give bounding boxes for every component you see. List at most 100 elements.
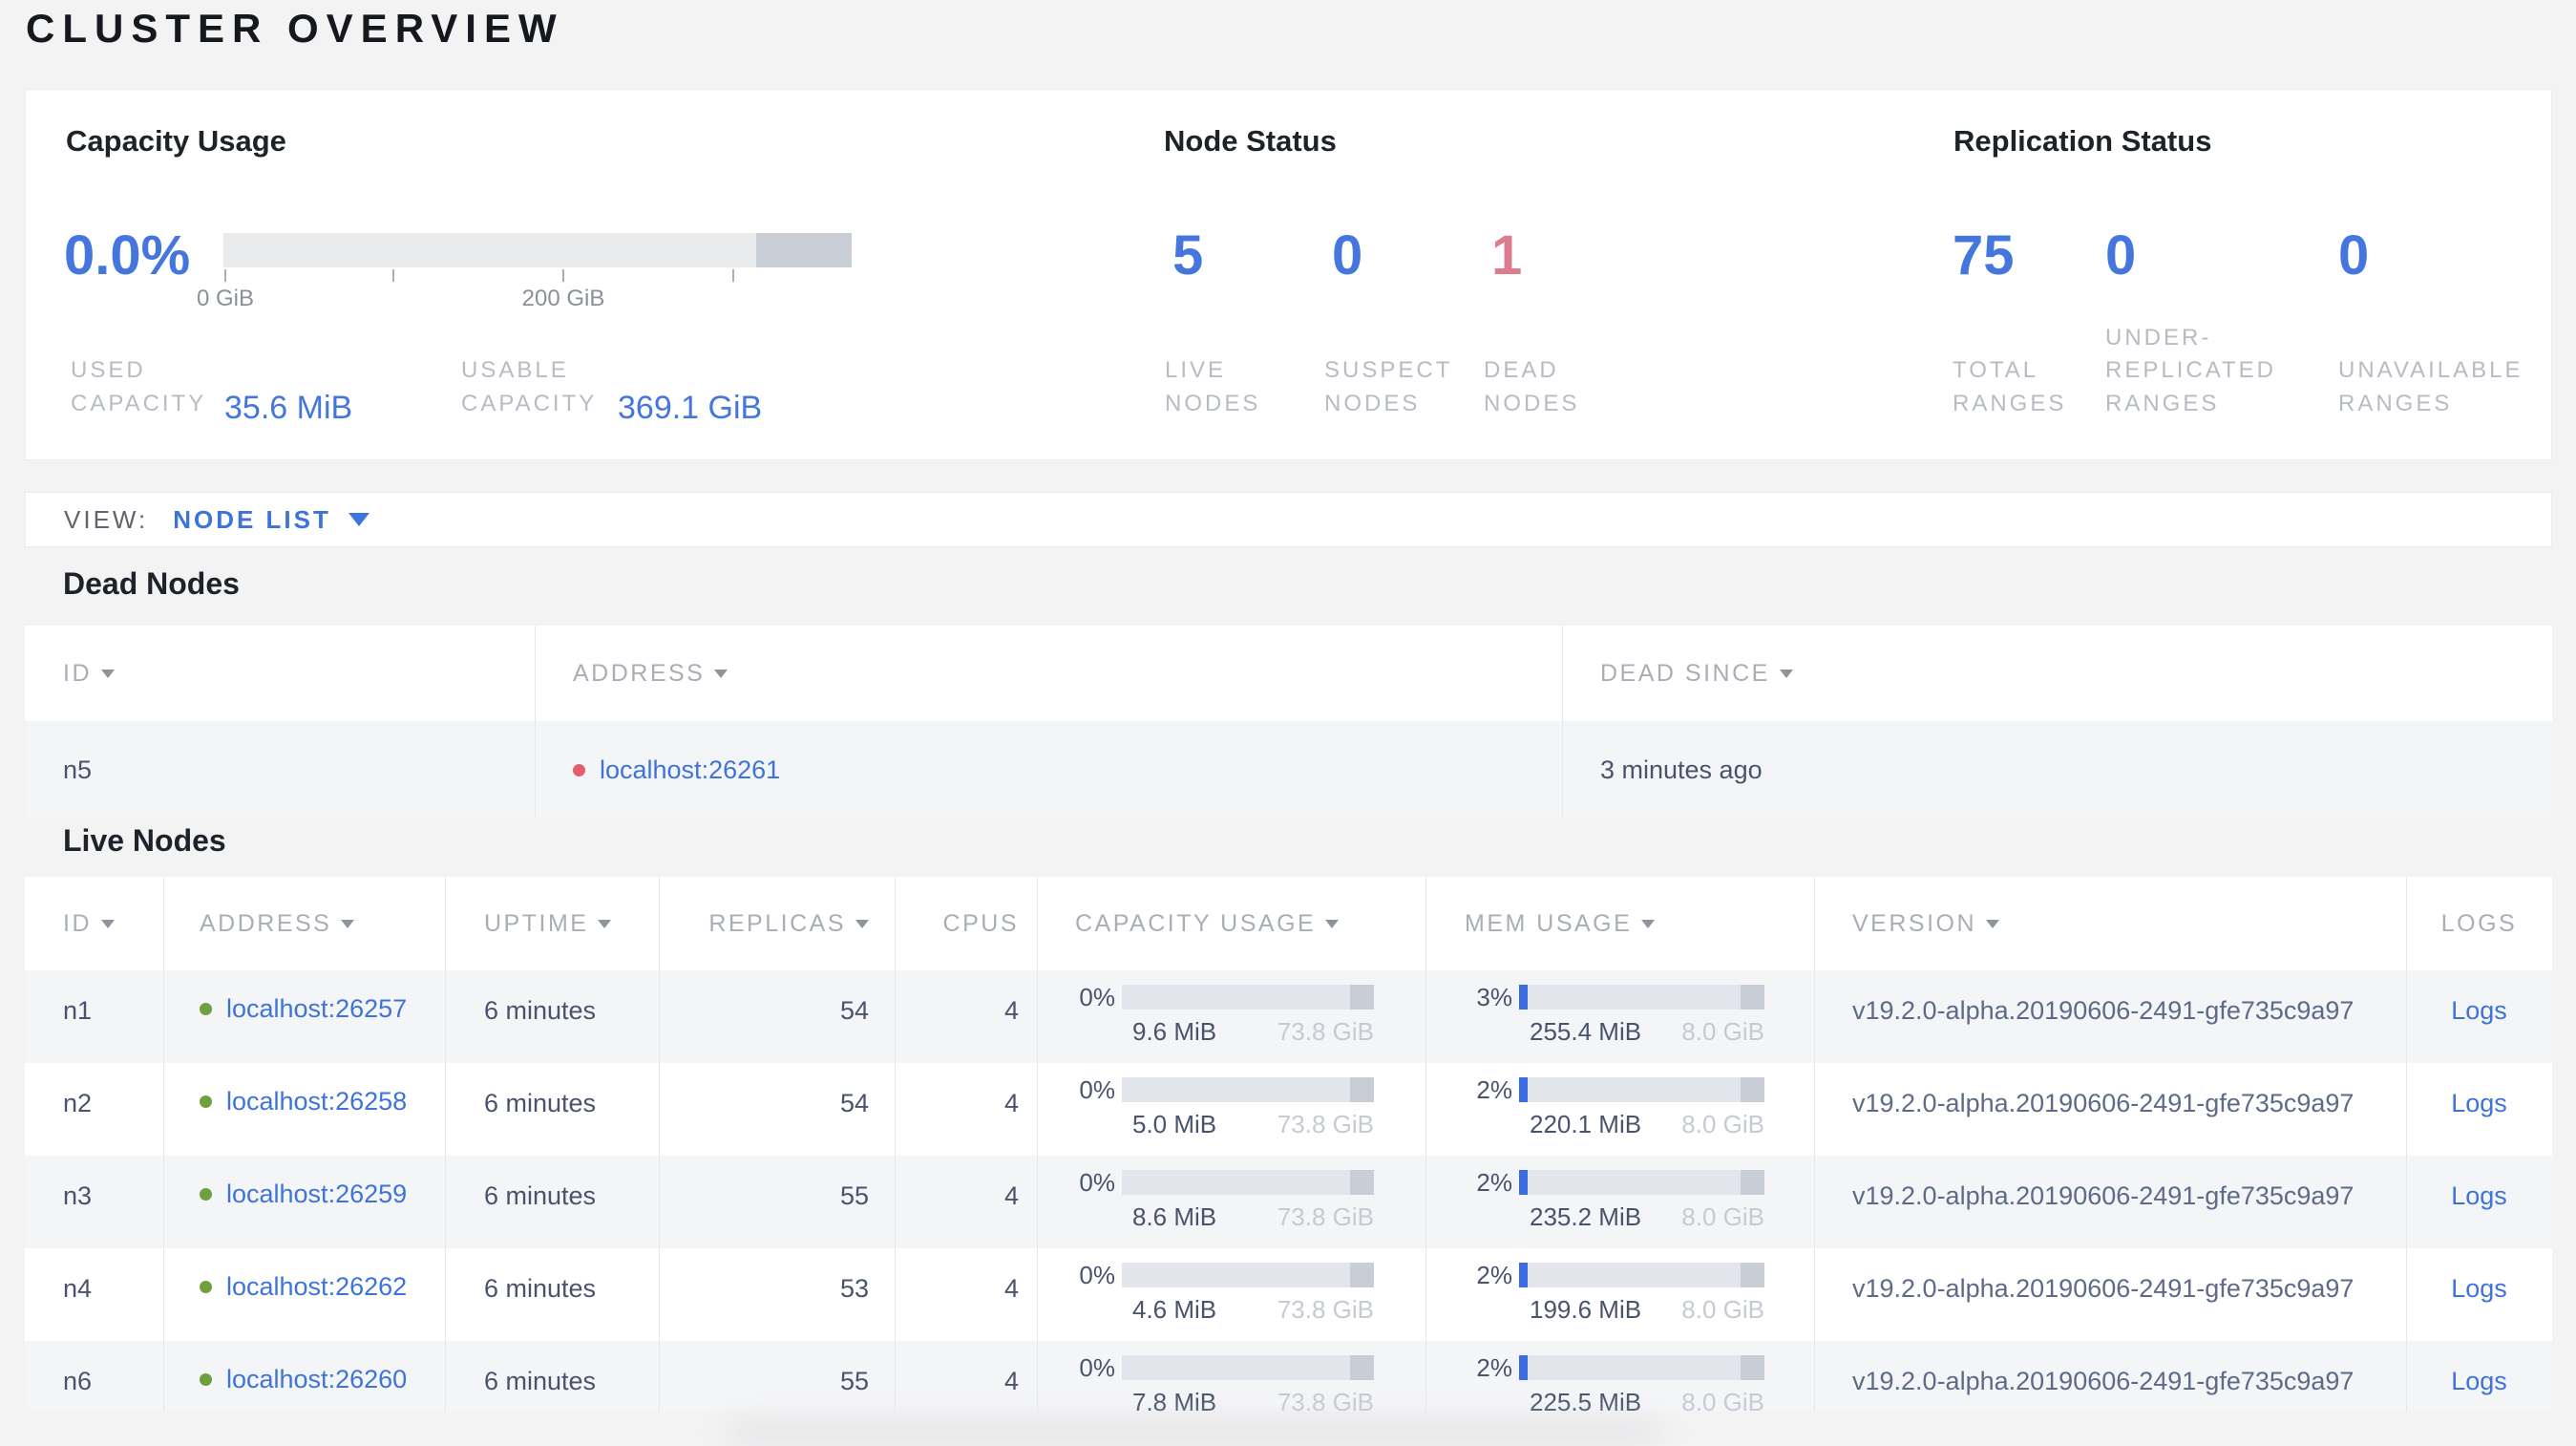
dead-nodes-table: ID ADDRESS DEAD SINCE n5 localhost:26261… <box>25 626 2552 819</box>
capacity-axis: 0 GiB 200 GiB <box>197 269 852 315</box>
logs-cell: Logs <box>2406 1180 2552 1211</box>
stat-value: 0 <box>2338 224 2370 287</box>
live-node-row: n4 localhost:26262 6 minutes 53 4 0% 4.6… <box>25 1248 2552 1341</box>
node-status-stat: 1 DEAD NODES <box>1484 90 1675 459</box>
column-header-uptime[interactable]: UPTIME <box>484 877 612 970</box>
capacity-usage-meter <box>1122 1077 1374 1102</box>
mem-total-value: 8.0 GiB <box>1681 1388 1764 1412</box>
column-header-capacity-usage[interactable]: CAPACITY USAGE <box>1075 877 1340 970</box>
column-header-replicas[interactable]: REPLICAS <box>659 877 869 970</box>
capacity-total-value: 73.8 GiB <box>1277 1202 1374 1231</box>
capacity-meter-reserved-segment <box>1350 985 1374 1010</box>
used-capacity-value: 35.6 MiB <box>224 390 353 426</box>
dead-column-header-address[interactable]: ADDRESS <box>573 626 728 721</box>
stat-value: 5 <box>1172 224 1204 287</box>
column-header-address[interactable]: ADDRESS <box>200 877 355 970</box>
node-address-link[interactable]: localhost:26261 <box>600 755 780 785</box>
capacity-usage-meter <box>1122 1170 1374 1195</box>
dead-node-row: n5 localhost:26261 3 minutes ago <box>25 721 2552 819</box>
column-header-version[interactable]: VERSION <box>1852 877 2000 970</box>
capacity-used-value: 7.8 MiB <box>1132 1388 1217 1412</box>
node-address-link[interactable]: localhost:26259 <box>226 1179 407 1209</box>
mem-percent: 2% <box>1476 1074 1512 1104</box>
node-id-cell: n4 <box>63 1274 93 1303</box>
version-cell: v19.2.0-alpha.20190606-2491-gfe735c9a97 <box>1852 1181 2354 1210</box>
mem-used-value: 235.2 MiB <box>1530 1202 1642 1231</box>
axis-tick <box>224 269 226 282</box>
capacity-usage-heading: Capacity Usage <box>66 124 286 158</box>
capacity-percent: 0% <box>1079 1352 1115 1382</box>
mem-total-value: 8.0 GiB <box>1681 1295 1764 1324</box>
mem-meter-reserved-segment <box>1741 1355 1764 1380</box>
capacity-used-value: 9.6 MiB <box>1132 1017 1217 1046</box>
node-id-cell: n2 <box>63 1089 93 1117</box>
stat-label: UNAVAILABLE RANGES <box>2338 357 2523 417</box>
stat-label: UNDER- REPLICATED RANGES <box>2105 324 2276 417</box>
cpus-cell: 4 <box>1003 1089 1019 1117</box>
stat-label: TOTAL RANGES <box>1953 357 2067 417</box>
node-address-cell: localhost:26262 <box>200 1271 407 1302</box>
live-status-dot-icon <box>200 1002 212 1015</box>
bottom-scroll-shadow <box>726 1421 1661 1444</box>
logs-link[interactable]: Logs <box>2451 1181 2507 1210</box>
mem-usage-meter <box>1519 1077 1764 1102</box>
version-cell: v19.2.0-alpha.20190606-2491-gfe735c9a97 <box>1852 996 2354 1025</box>
logs-cell: Logs <box>2406 1088 2552 1118</box>
node-address-link[interactable]: localhost:26262 <box>226 1271 407 1302</box>
cluster-summary-panel: Capacity Usage 0.0% 0 GiB 200 GiB USED C… <box>25 89 2552 460</box>
node-address-link[interactable]: localhost:26260 <box>226 1364 407 1394</box>
capacity-usage-cell: 0% 4.6 MiB 73.8 GiB <box>1073 1261 1379 1325</box>
axis-tick <box>392 269 394 282</box>
replication-status-stats: 75 TOTAL RANGES 0 UNDER- REPLICATED RANG… <box>1953 90 2558 459</box>
stat-value: 0 <box>2105 224 2137 287</box>
node-address-link[interactable]: localhost:26257 <box>226 993 407 1024</box>
node-status-stat: 5 LIVE NODES <box>1165 90 1324 459</box>
cpus-cell: 4 <box>1003 1181 1019 1210</box>
capacity-total-value: 73.8 GiB <box>1277 1388 1374 1412</box>
capacity-meter-reserved-segment <box>1350 1355 1374 1380</box>
cpus-cell: 4 <box>1003 1274 1019 1303</box>
mem-percent: 2% <box>1476 1167 1512 1197</box>
version-cell: v19.2.0-alpha.20190606-2491-gfe735c9a97 <box>1852 1367 2354 1395</box>
mem-percent: 2% <box>1476 1352 1512 1382</box>
capacity-meter-reserved-segment <box>1350 1077 1374 1102</box>
mem-usage-meter <box>1519 1170 1764 1195</box>
uptime-cell: 6 minutes <box>484 1181 597 1210</box>
node-address-cell: localhost:26260 <box>200 1364 407 1394</box>
used-capacity-label: USED CAPACITY <box>71 357 207 417</box>
column-divider <box>1814 877 1815 1412</box>
axis-tick <box>562 269 564 282</box>
replicas-cell: 55 <box>839 1367 869 1395</box>
logs-link[interactable]: Logs <box>2451 1274 2507 1303</box>
version-cell: v19.2.0-alpha.20190606-2491-gfe735c9a97 <box>1852 1089 2354 1117</box>
logs-link[interactable]: Logs <box>2451 1367 2507 1395</box>
node-id-cell: n3 <box>63 1181 93 1210</box>
mem-usage-cell: 3% 255.4 MiB 8.0 GiB <box>1465 983 1770 1047</box>
replicas-cell: 53 <box>839 1274 869 1303</box>
column-divider <box>2406 877 2407 1412</box>
live-node-row: n3 localhost:26259 6 minutes 55 4 0% 8.6… <box>25 1156 2552 1248</box>
node-status-stats: 5 LIVE NODES 0 SUSPECT NODES 1 DEAD NODE… <box>1165 90 1675 459</box>
node-address-cell: localhost:26261 <box>573 721 780 819</box>
mem-meter-reserved-segment <box>1741 1263 1764 1287</box>
mem-used-value: 220.1 MiB <box>1530 1110 1642 1138</box>
cpus-cell: 4 <box>1003 1367 1019 1395</box>
logs-link[interactable]: Logs <box>2451 996 2507 1025</box>
column-header-id[interactable]: ID <box>63 877 115 970</box>
mem-used-value: 225.5 MiB <box>1530 1388 1642 1412</box>
stat-label: SUSPECT NODES <box>1324 357 1453 417</box>
node-address-cell: localhost:26259 <box>200 1179 407 1209</box>
live-status-dot-icon <box>200 1187 212 1201</box>
column-header-mem-usage[interactable]: MEM USAGE <box>1465 877 1656 970</box>
sort-arrow-icon <box>1986 919 2000 928</box>
sort-arrow-icon <box>101 669 115 678</box>
mem-meter-fill <box>1519 1355 1528 1380</box>
cpus-cell: 4 <box>1003 996 1019 1025</box>
dead-column-header-id[interactable]: ID <box>63 626 115 721</box>
dead-column-header-dead-since[interactable]: DEAD SINCE <box>1600 626 1793 721</box>
uptime-cell: 6 minutes <box>484 1367 597 1395</box>
logs-link[interactable]: Logs <box>2451 1089 2507 1117</box>
view-dropdown[interactable]: NODE LIST <box>173 505 370 535</box>
node-address-link[interactable]: localhost:26258 <box>226 1086 407 1116</box>
column-divider <box>163 877 164 1412</box>
